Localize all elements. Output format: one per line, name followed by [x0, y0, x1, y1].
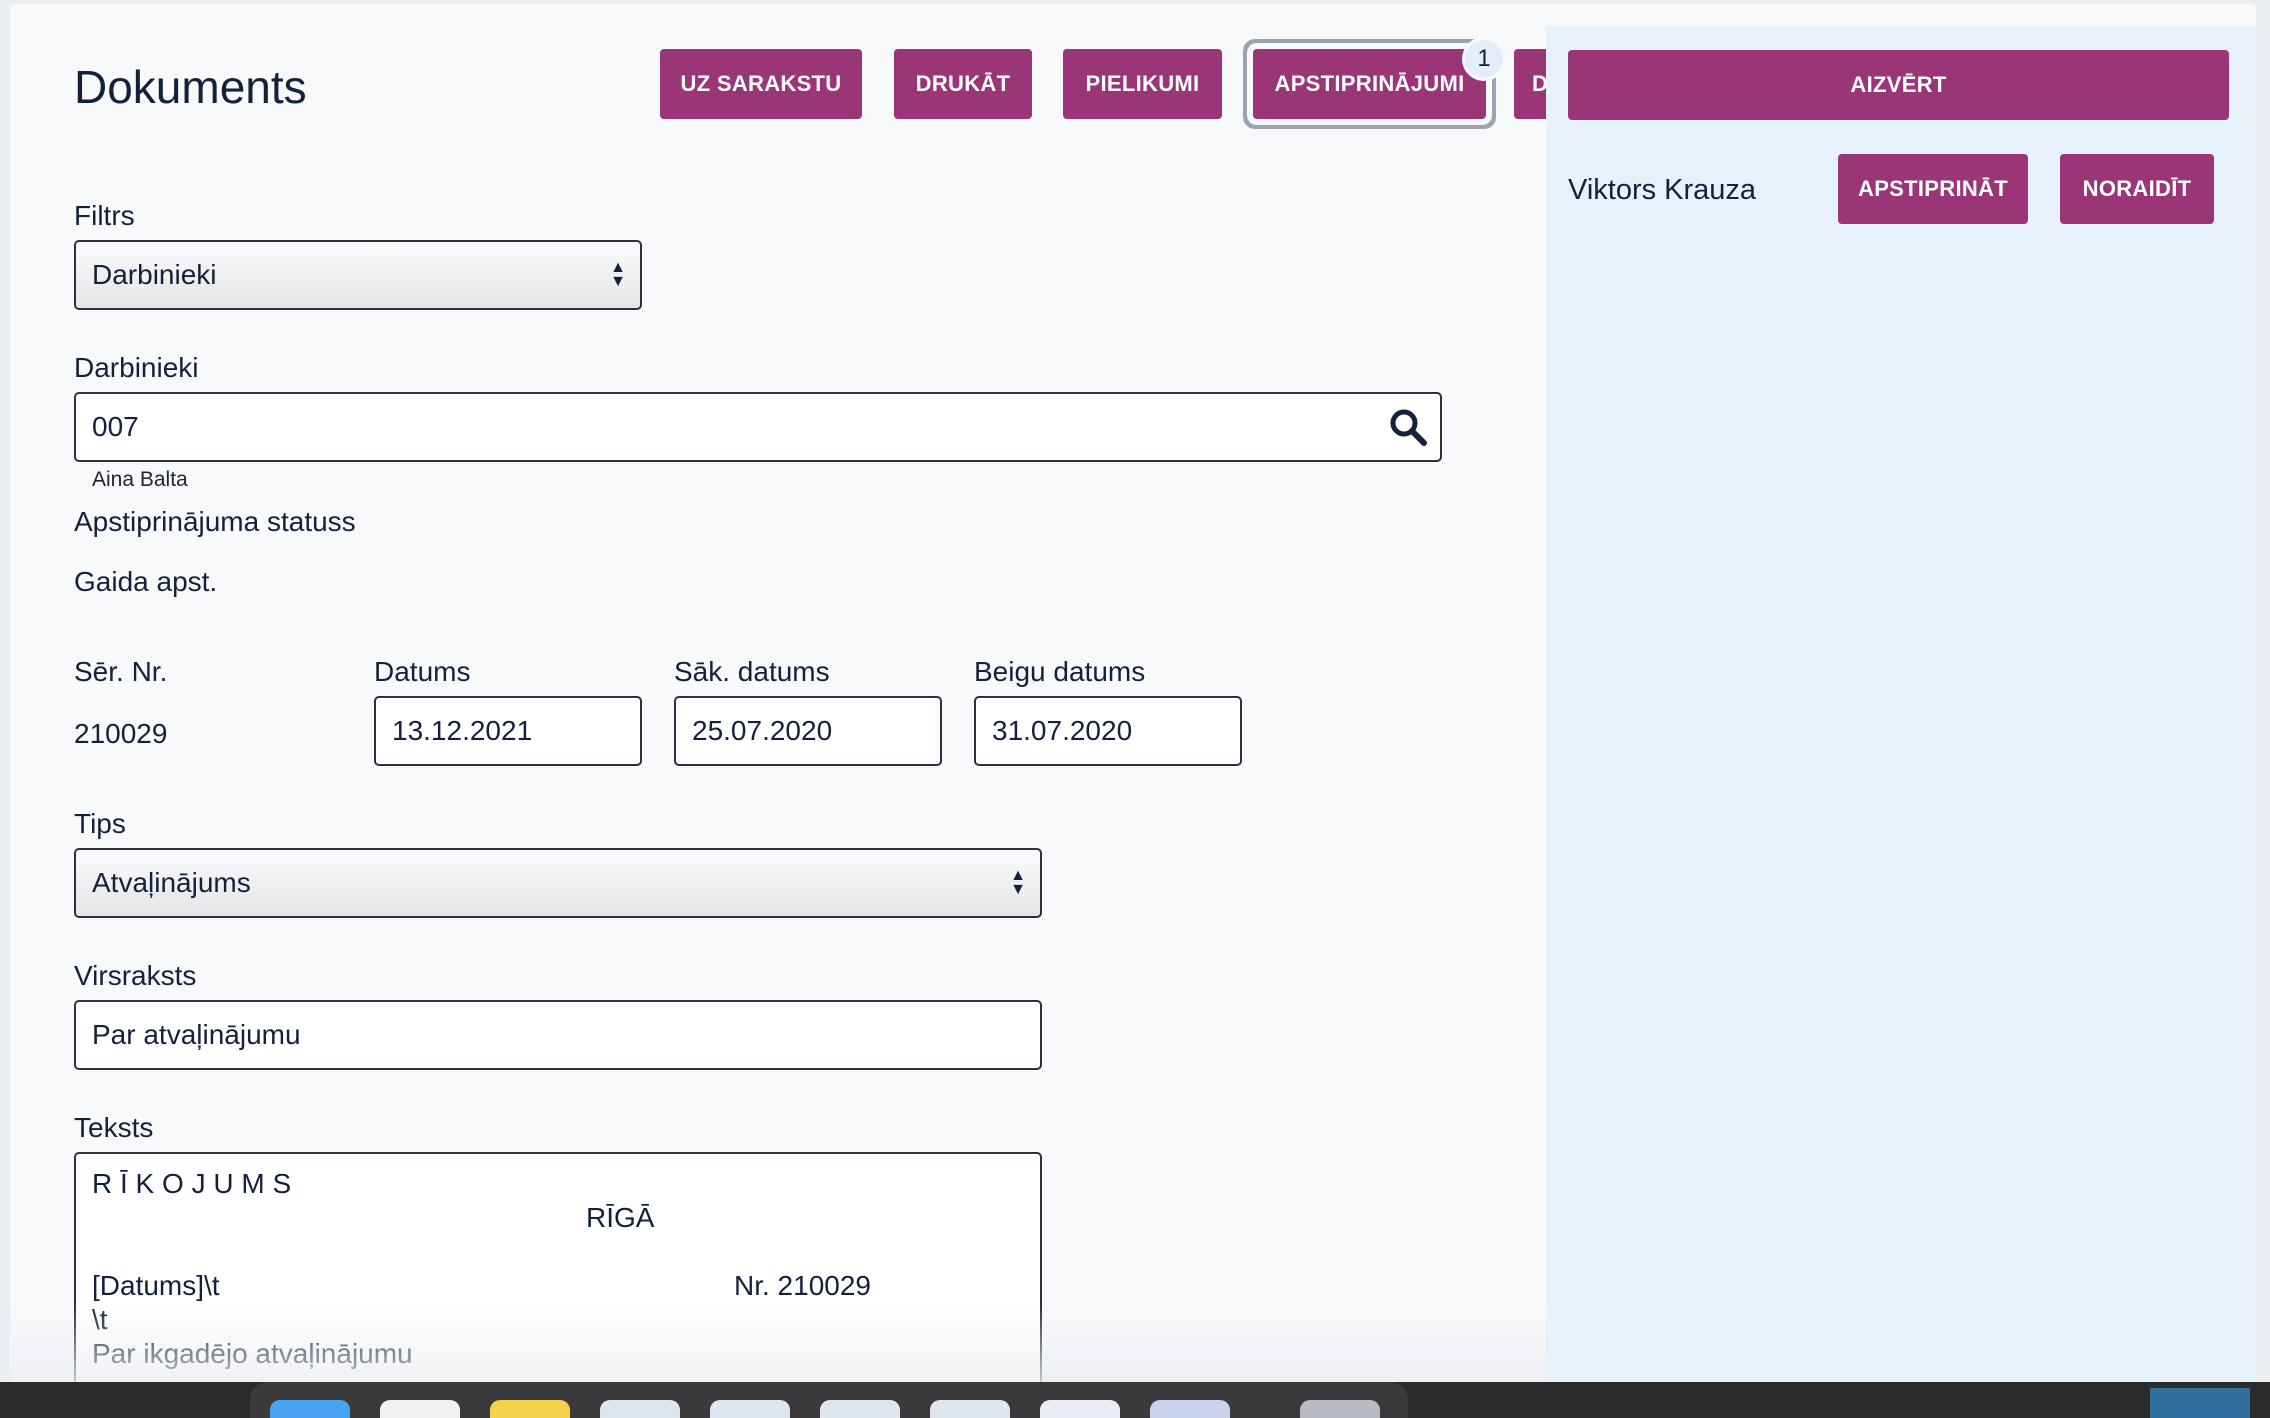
- heading-input-value: Par atvaļinājumu: [92, 1019, 301, 1050]
- employee-input-value: 007: [92, 411, 139, 442]
- type-select[interactable]: Atvaļinājums ▲ ▼: [74, 848, 1042, 918]
- browser-icon[interactable]: [820, 1400, 900, 1418]
- serial-number-label: Sēr. Nr.: [74, 656, 168, 687]
- approve-button[interactable]: APSTIPRINĀT: [1838, 154, 2028, 224]
- finder-icon[interactable]: [270, 1400, 350, 1418]
- start-date-label: Sāk. datums: [674, 656, 830, 687]
- end-date-field-value: 31.07.2020: [992, 715, 1133, 746]
- approvals-count-badge: 1: [1465, 40, 1503, 78]
- end-date-label: Beigu datums: [974, 656, 1146, 687]
- search-icon[interactable]: [1388, 407, 1428, 447]
- browser-icon[interactable]: [600, 1400, 680, 1418]
- page-title: Dokuments: [74, 61, 307, 113]
- reject-button[interactable]: NORAIDĪT: [2060, 154, 2214, 224]
- text-line-tab: \t: [92, 1304, 108, 1335]
- approvals-button[interactable]: APSTIPRINĀJUMI: [1253, 49, 1486, 119]
- document-window: Dokuments UZ SARAKSTU DRUKĀT PIELIKUMI A…: [10, 4, 2256, 1384]
- start-date-field-value: 25.07.2020: [692, 715, 833, 746]
- employee-label: Darbinieki: [74, 352, 199, 383]
- type-label: Tips: [74, 808, 126, 839]
- attachments-button[interactable]: PIELIKUMI: [1063, 49, 1222, 119]
- employee-search-input[interactable]: 007: [74, 392, 1442, 462]
- text-line-date: [Datums]\t: [92, 1270, 220, 1301]
- text-line-subject: Par ikgadējo atvaļinājumu: [92, 1338, 413, 1369]
- select-arrows-icon: ▲ ▼: [1010, 867, 1026, 898]
- start-date-field[interactable]: 25.07.2020: [674, 696, 942, 766]
- approval-status-label: Apstiprinājuma statuss: [74, 506, 356, 537]
- date-field-value: 13.12.2021: [392, 715, 533, 746]
- browser-icon[interactable]: [710, 1400, 790, 1418]
- text-line-number: Nr. 210029: [734, 1270, 871, 1301]
- app-icon[interactable]: [1150, 1400, 1230, 1418]
- dock-bar: [250, 1382, 1408, 1418]
- heading-input[interactable]: Par atvaļinājumu: [74, 1000, 1042, 1070]
- date-field[interactable]: 13.12.2021: [374, 696, 642, 766]
- browser-icon[interactable]: [930, 1400, 1010, 1418]
- heading-label: Virsraksts: [74, 960, 197, 991]
- notes-icon[interactable]: [490, 1400, 570, 1418]
- filter-select-value: Darbinieki: [92, 259, 217, 290]
- text-label: Teksts: [74, 1112, 154, 1143]
- app-icon[interactable]: [1040, 1400, 1120, 1418]
- approval-status-value: Gaida apst.: [74, 566, 218, 597]
- employee-name-hint: Aina Balta: [92, 468, 188, 491]
- select-arrows-icon: ▲ ▼: [610, 259, 626, 290]
- approver-name: Viktors Krauza: [1568, 174, 1757, 206]
- date-label: Datums: [374, 656, 471, 687]
- window-corner: [2150, 1388, 2250, 1418]
- back-to-list-button[interactable]: UZ SARAKSTU: [660, 49, 862, 119]
- trash-icon[interactable]: [1300, 1400, 1380, 1418]
- close-button[interactable]: AIZVĒRT: [1568, 50, 2229, 120]
- document-text-area[interactable]: R Ī K O J U M S RĪGĀ [Datums]\t Nr. 2100…: [74, 1152, 1042, 1384]
- dock: [0, 1382, 2270, 1418]
- approval-panel: AIZVĒRT Viktors Krauza APSTIPRINĀT NORAI…: [1546, 26, 2256, 1384]
- print-button[interactable]: DRUKĀT: [894, 49, 1032, 119]
- end-date-field[interactable]: 31.07.2020: [974, 696, 1242, 766]
- type-select-value: Atvaļinājums: [92, 867, 251, 898]
- app-icon[interactable]: [380, 1400, 460, 1418]
- text-line-city: RĪGĀ: [586, 1202, 655, 1233]
- filter-label: Filtrs: [74, 200, 135, 231]
- serial-number-value: 210029: [74, 718, 168, 749]
- filter-select[interactable]: Darbinieki ▲ ▼: [74, 240, 642, 310]
- text-line-title: R Ī K O J U M S: [92, 1168, 292, 1199]
